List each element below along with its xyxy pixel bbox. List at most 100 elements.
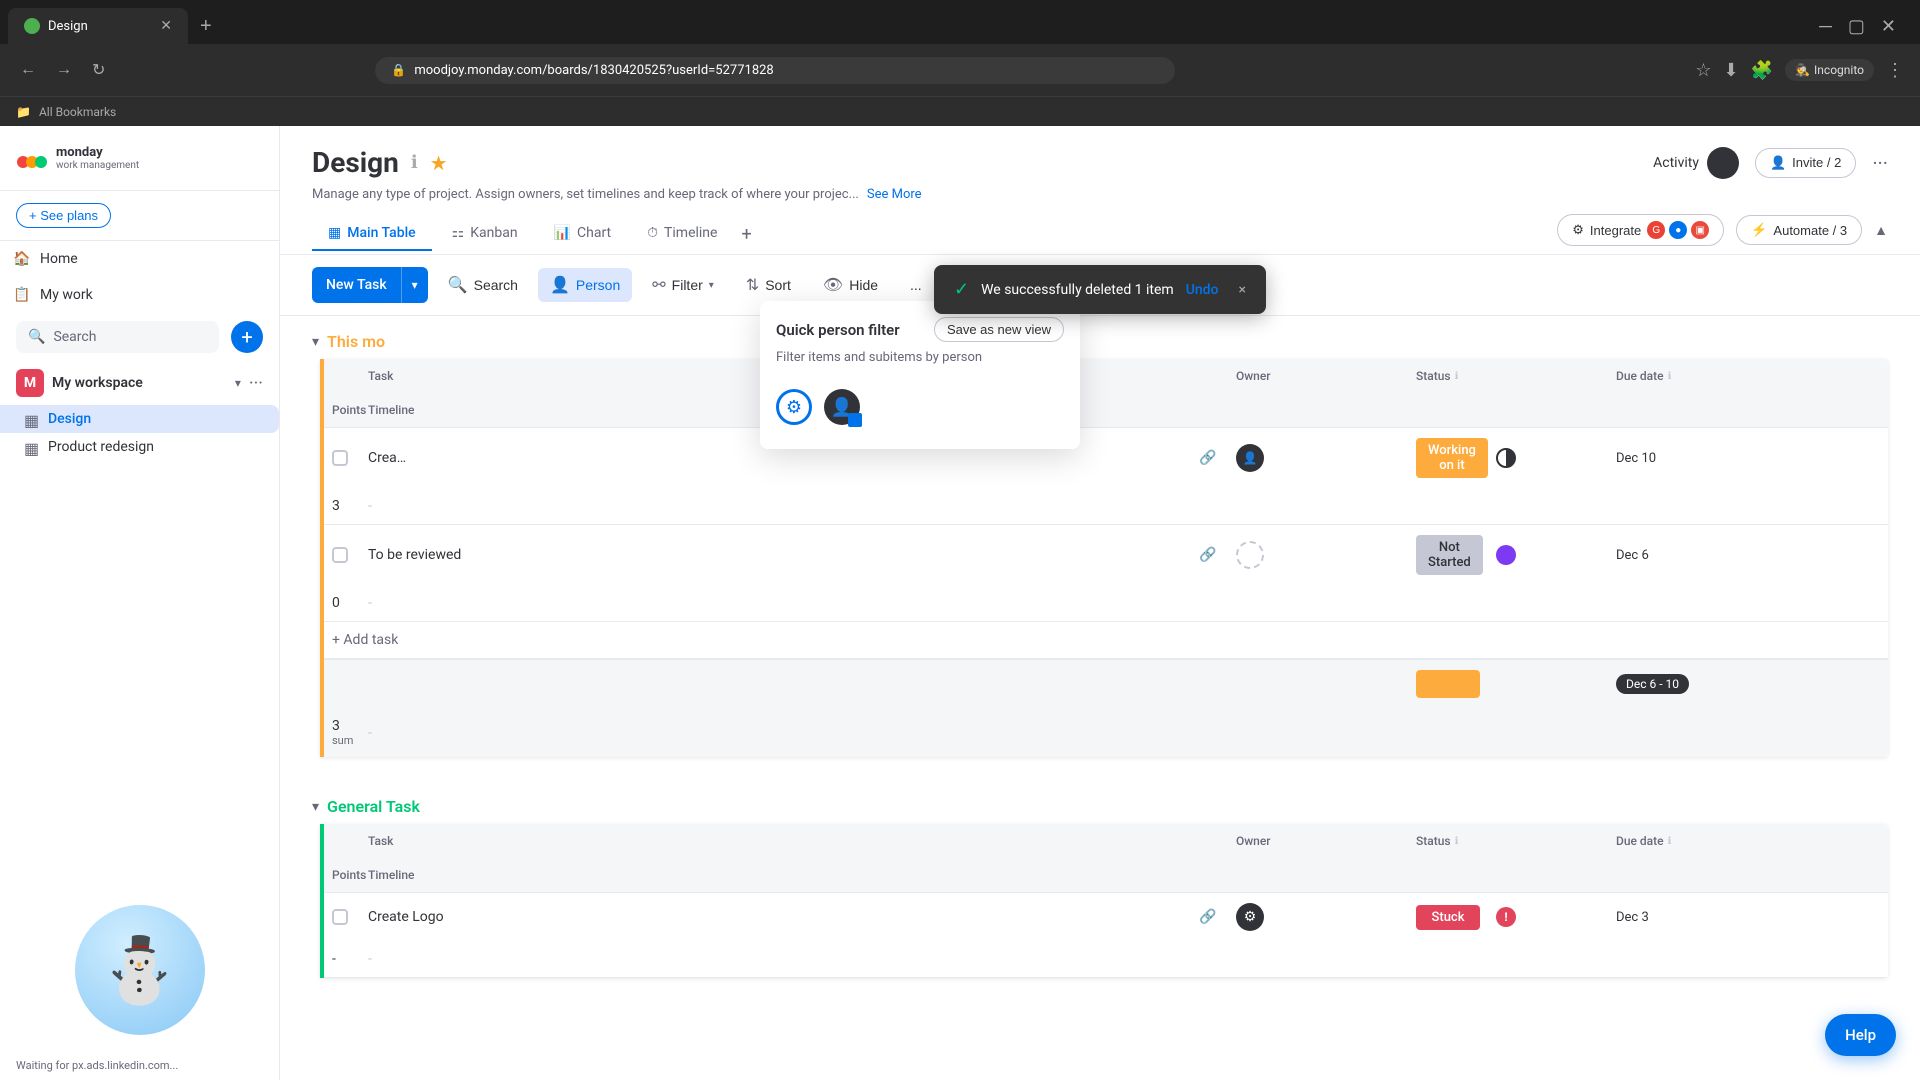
collapse-icon[interactable]: ▲ <box>1874 222 1888 239</box>
automate-button[interactable]: ⚡ Automate / 3 <box>1736 215 1862 245</box>
tab-main-table[interactable]: ▦ Main Table <box>312 217 432 251</box>
row-checkbox-1[interactable] <box>324 428 360 488</box>
incognito-icon: 🕵 <box>1795 63 1810 77</box>
person-filter-button[interactable]: 👤 Person <box>538 268 632 302</box>
sidebar-item-design[interactable]: ▦ Design <box>0 405 279 433</box>
activity-button[interactable]: Activity <box>1653 147 1739 179</box>
add-button[interactable]: + <box>231 321 263 353</box>
new-tab-button[interactable]: + <box>192 11 220 42</box>
row-dd-spacer-1 <box>1708 428 1888 488</box>
col-task-icon <box>1148 359 1228 393</box>
group-general-chevron-icon[interactable]: ▾ <box>312 799 319 815</box>
row-timeline-1[interactable]: - <box>360 488 1148 524</box>
search-button[interactable]: 🔍 Search <box>436 268 530 302</box>
row-task-2[interactable]: To be reviewed <box>360 525 1148 585</box>
row-owner-2[interactable] <box>1228 525 1408 585</box>
save-view-button[interactable]: Save as new view <box>934 317 1064 342</box>
forward-button[interactable]: → <box>52 57 76 83</box>
row-points-1[interactable]: 3 <box>324 488 360 524</box>
download-icon[interactable]: ⬇ <box>1724 60 1739 81</box>
active-tab[interactable]: Design ✕ <box>8 8 188 44</box>
logo-text: monday <box>56 145 139 160</box>
gen-row-status-1[interactable]: Stuck <box>1408 893 1488 941</box>
row-owner-1[interactable]: 👤 <box>1228 428 1408 488</box>
gen-row-icon-1: 🔗 <box>1148 893 1228 941</box>
url-input[interactable]: 🔒 moodjoy.monday.com/boards/1830420525?u… <box>375 57 1175 84</box>
general-table-head: Task Owner Status ℹ Due date ℹ Points Ti… <box>324 824 1888 893</box>
gen-task-link-icon-1[interactable]: 🔗 <box>1196 905 1220 929</box>
bookmark-star-icon[interactable]: ☆ <box>1695 60 1711 81</box>
sidebar-item-my-work[interactable]: 📋 My work <box>0 277 279 313</box>
see-plans-button[interactable]: + See plans <box>16 203 111 228</box>
toast-undo-button[interactable]: Undo <box>1186 282 1219 298</box>
search-label: Search <box>474 277 518 293</box>
extensions-icon[interactable]: 🧩 <box>1751 60 1773 81</box>
row-timeline-2[interactable]: - <box>360 585 1148 621</box>
new-task-button[interactable]: New Task ▾ <box>312 267 428 303</box>
minimize-button[interactable]: ─ <box>1819 16 1832 37</box>
sidebar-item-product-redesign[interactable]: ▦ Product redesign <box>0 433 279 461</box>
gen-row-due-1[interactable]: Dec 3 <box>1608 893 1708 941</box>
activity-label: Activity <box>1653 155 1699 171</box>
checkbox-1[interactable] <box>332 450 348 466</box>
summary-dd-spacer <box>1708 660 1888 708</box>
new-task-dropdown-arrow[interactable]: ▾ <box>402 270 428 300</box>
task-link-icon-2[interactable]: 🔗 <box>1196 543 1220 567</box>
integrate-button[interactable]: ⚙ Integrate G ● ▣ <box>1557 214 1724 246</box>
sort-button[interactable]: ⇅ Sort <box>734 268 803 302</box>
gen-row-points-1[interactable]: - <box>324 941 360 977</box>
due-date-text-1: Dec 10 <box>1616 451 1656 466</box>
person-filter-user[interactable]: 👤 <box>824 389 860 425</box>
tab-bar: Design ✕ + ─ ▢ ✕ <box>0 0 1920 44</box>
timeline-label: Timeline <box>664 225 717 241</box>
close-window-button[interactable]: ✕ <box>1881 16 1896 37</box>
see-more-link[interactable]: See More <box>867 187 922 202</box>
gen-row-owner-1[interactable]: ⚙ <box>1228 893 1408 941</box>
help-button[interactable]: Help <box>1825 1014 1896 1056</box>
row-task-icon-2: 🔗 <box>1148 525 1228 585</box>
menu-icon[interactable]: ⋮ <box>1886 60 1904 81</box>
toast-close-button[interactable]: × <box>1239 282 1246 298</box>
task-link-icon-1[interactable]: 🔗 <box>1196 446 1220 470</box>
back-button[interactable]: ← <box>16 57 40 83</box>
group-chevron-icon[interactable]: ▾ <box>312 334 319 350</box>
tab-chart[interactable]: 📊 Chart <box>538 217 628 251</box>
sidebar-item-home[interactable]: 🏠 Home <box>0 241 279 277</box>
gen-row-timeline-1[interactable]: - <box>360 941 1148 977</box>
gen-row-task-1[interactable]: Create Logo <box>360 893 1148 941</box>
browser-chrome: Design ✕ + ─ ▢ ✕ ← → ↻ 🔒 moodjoy.monday.… <box>0 0 1920 126</box>
person-filter-gear[interactable]: ⚙ <box>776 389 812 425</box>
tab-kanban[interactable]: ⚏ Kanban <box>436 217 534 251</box>
row-status-2[interactable]: Not Started <box>1408 525 1488 585</box>
see-plans-label: + See plans <box>29 208 98 223</box>
checkbox-2[interactable] <box>332 547 348 563</box>
page-star-icon[interactable]: ★ <box>430 151 448 175</box>
workspace-header[interactable]: M My workspace ▾ ··· <box>0 361 279 405</box>
row-checkbox-2[interactable] <box>324 525 360 585</box>
hide-button[interactable]: 👁 Hide <box>811 268 890 302</box>
main-table-icon: ▦ <box>328 225 341 241</box>
tab-timeline[interactable]: ⏱ Timeline <box>631 217 733 251</box>
sidebar-search[interactable]: 🔍 Search <box>16 321 219 353</box>
invite-button[interactable]: 👤 Invite / 2 <box>1755 148 1856 178</box>
reload-button[interactable]: ↻ <box>88 56 109 84</box>
tab-close-button[interactable]: ✕ <box>160 18 172 34</box>
gen-row-cb-1[interactable] <box>324 893 360 941</box>
add-icon: + <box>241 325 252 349</box>
row-due-date-2[interactable]: Dec 6 <box>1608 525 1708 585</box>
bookmarks-folder-icon: 📁 <box>16 105 31 119</box>
page-info-icon[interactable]: ℹ <box>411 152 418 173</box>
workspace-more-icon[interactable]: ··· <box>249 373 263 394</box>
add-task-button[interactable]: + Add task <box>324 622 1888 658</box>
summary-date-range: Dec 6 - 10 <box>1616 674 1689 694</box>
gen-checkbox-1[interactable] <box>332 909 348 925</box>
row-status-1[interactable]: Working on it <box>1408 428 1488 488</box>
row-points-2[interactable]: 0 <box>324 585 360 621</box>
more-options-button[interactable]: ... <box>898 270 934 300</box>
gen-status-badge-1: Stuck <box>1416 905 1480 930</box>
maximize-button[interactable]: ▢ <box>1848 16 1865 37</box>
row-due-date-1[interactable]: Dec 10 <box>1608 428 1708 488</box>
page-more-button[interactable]: ··· <box>1872 151 1888 175</box>
filter-button[interactable]: ⚯ Filter ▾ <box>640 268 726 302</box>
add-view-button[interactable]: + <box>737 220 755 249</box>
